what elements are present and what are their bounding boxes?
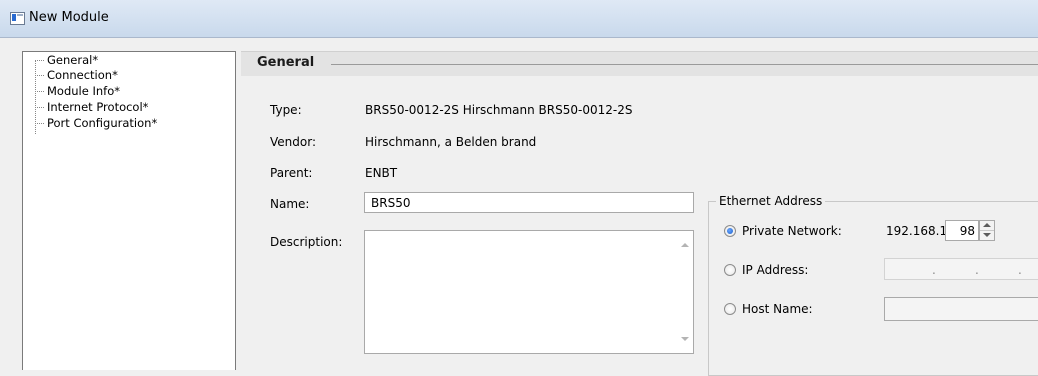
- private-network-radio[interactable]: [724, 225, 736, 237]
- title-bar: New Module: [0, 0, 1038, 38]
- description-textarea[interactable]: [364, 230, 694, 354]
- private-network-prefix: 192.168.1.: [886, 224, 951, 238]
- host-name-radio[interactable]: [724, 303, 736, 315]
- tree-branch-line: [35, 123, 44, 124]
- parent-value: ENBT: [365, 166, 398, 180]
- ip-separator: .: [932, 263, 936, 277]
- section-header: General: [241, 51, 1038, 76]
- host-name-field[interactable]: [884, 297, 1038, 321]
- spin-down-arrow-icon[interactable]: [980, 231, 994, 240]
- name-input[interactable]: [364, 192, 694, 213]
- ip-separator: .: [975, 263, 979, 277]
- tree-item-connection[interactable]: Connection*: [47, 68, 118, 83]
- window-title: New Module: [29, 10, 109, 25]
- tree-branch-line: [35, 60, 44, 61]
- ip-address-radio[interactable]: [724, 264, 736, 276]
- category-tree[interactable]: General* Connection* Module Info* Intern…: [22, 51, 236, 370]
- ip-address-label[interactable]: IP Address:: [742, 263, 808, 277]
- scroll-up-arrow-icon[interactable]: [681, 243, 689, 247]
- ip-separator: .: [1018, 263, 1022, 277]
- description-scrollbar[interactable]: [676, 231, 693, 353]
- octet-spinner[interactable]: [979, 220, 995, 241]
- tree-item-general[interactable]: General*: [47, 53, 98, 68]
- type-value: BRS50-0012-2S Hirschmann BRS50-0012-2S: [365, 103, 633, 117]
- private-network-label[interactable]: Private Network:: [742, 224, 842, 238]
- module-window-icon: [10, 12, 25, 25]
- tree-branch-line: [35, 75, 44, 76]
- section-title: General: [257, 55, 319, 70]
- name-label: Name:: [270, 197, 310, 211]
- host-name-label[interactable]: Host Name:: [742, 302, 813, 316]
- vendor-label: Vendor:: [270, 135, 316, 149]
- tree-item-internet-protocol[interactable]: Internet Protocol*: [47, 100, 148, 115]
- type-label: Type:: [270, 103, 302, 117]
- scroll-down-arrow-icon[interactable]: [681, 337, 689, 341]
- tree-branch-line: [35, 107, 44, 108]
- description-label: Description:: [270, 235, 343, 249]
- tree-item-module-info[interactable]: Module Info*: [47, 84, 120, 99]
- vendor-value: Hirschmann, a Belden brand: [365, 135, 537, 149]
- section-divider: [331, 64, 1038, 65]
- spin-up-arrow-icon[interactable]: [980, 221, 994, 231]
- ip-address-field[interactable]: . . .: [884, 258, 1038, 280]
- tree-item-port-configuration[interactable]: Port Configuration*: [47, 116, 157, 131]
- tree-branch-line: [35, 91, 44, 92]
- parent-label: Parent:: [270, 166, 313, 180]
- ethernet-address-legend: Ethernet Address: [716, 194, 826, 208]
- private-octet-input[interactable]: [945, 220, 979, 241]
